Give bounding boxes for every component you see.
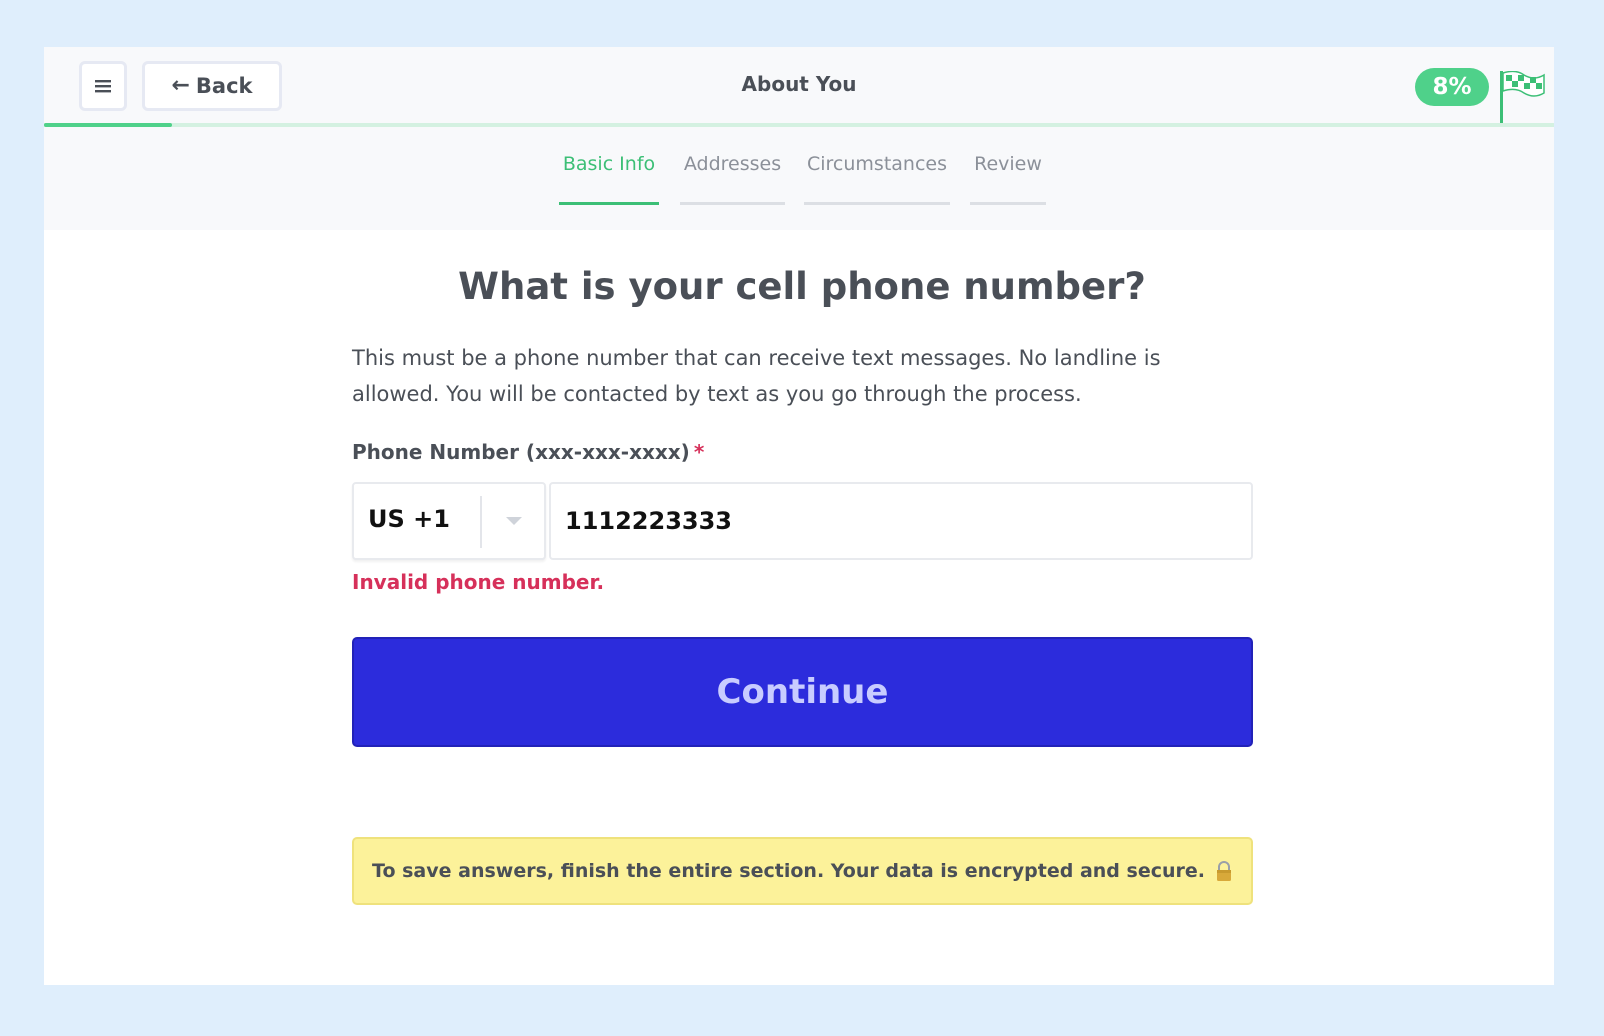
select-separator — [480, 496, 482, 548]
tab-label: Addresses — [683, 153, 782, 175]
country-code-value: US +1 — [368, 505, 450, 533]
tab-circumstances[interactable]: Circumstances — [804, 153, 950, 205]
top-bar: ← Back About You 8% — [44, 47, 1554, 127]
helper-text: This must be a phone number that can rec… — [352, 346, 1161, 406]
save-notice: To save answers, finish the entire secti… — [352, 837, 1253, 905]
continue-button[interactable]: Continue — [352, 637, 1253, 747]
tab-label: Review — [974, 153, 1042, 175]
tab-basic-info[interactable]: Basic Info — [559, 153, 659, 205]
progress-percent-badge: 8% — [1415, 68, 1489, 106]
chevron-down-icon[interactable] — [506, 517, 522, 525]
phone-error-message: Invalid phone number. — [352, 570, 605, 594]
required-marker: * — [693, 440, 705, 464]
tab-review[interactable]: Review — [970, 153, 1046, 205]
phone-field-label: Phone Number (xxx-xxx-xxxx) * — [352, 440, 704, 464]
tab-label: Circumstances — [806, 153, 947, 175]
save-notice-text: To save answers, finish the entire secti… — [372, 860, 1205, 882]
section-tabs: Basic Info Addresses Circumstances Revie… — [44, 127, 1554, 230]
checkered-flag-icon — [1500, 71, 1545, 125]
question-heading: What is your cell phone number? — [458, 265, 1146, 308]
tab-addresses[interactable]: Addresses — [680, 153, 785, 205]
phone-field-label-text: Phone Number (xxx-xxx-xxxx) — [352, 440, 690, 464]
page-title: About You — [741, 72, 857, 96]
tab-label: Basic Info — [562, 153, 656, 175]
lock-icon — [1216, 861, 1231, 881]
phone-number-input[interactable] — [549, 482, 1253, 560]
country-code-select[interactable]: US +1 — [352, 482, 546, 560]
